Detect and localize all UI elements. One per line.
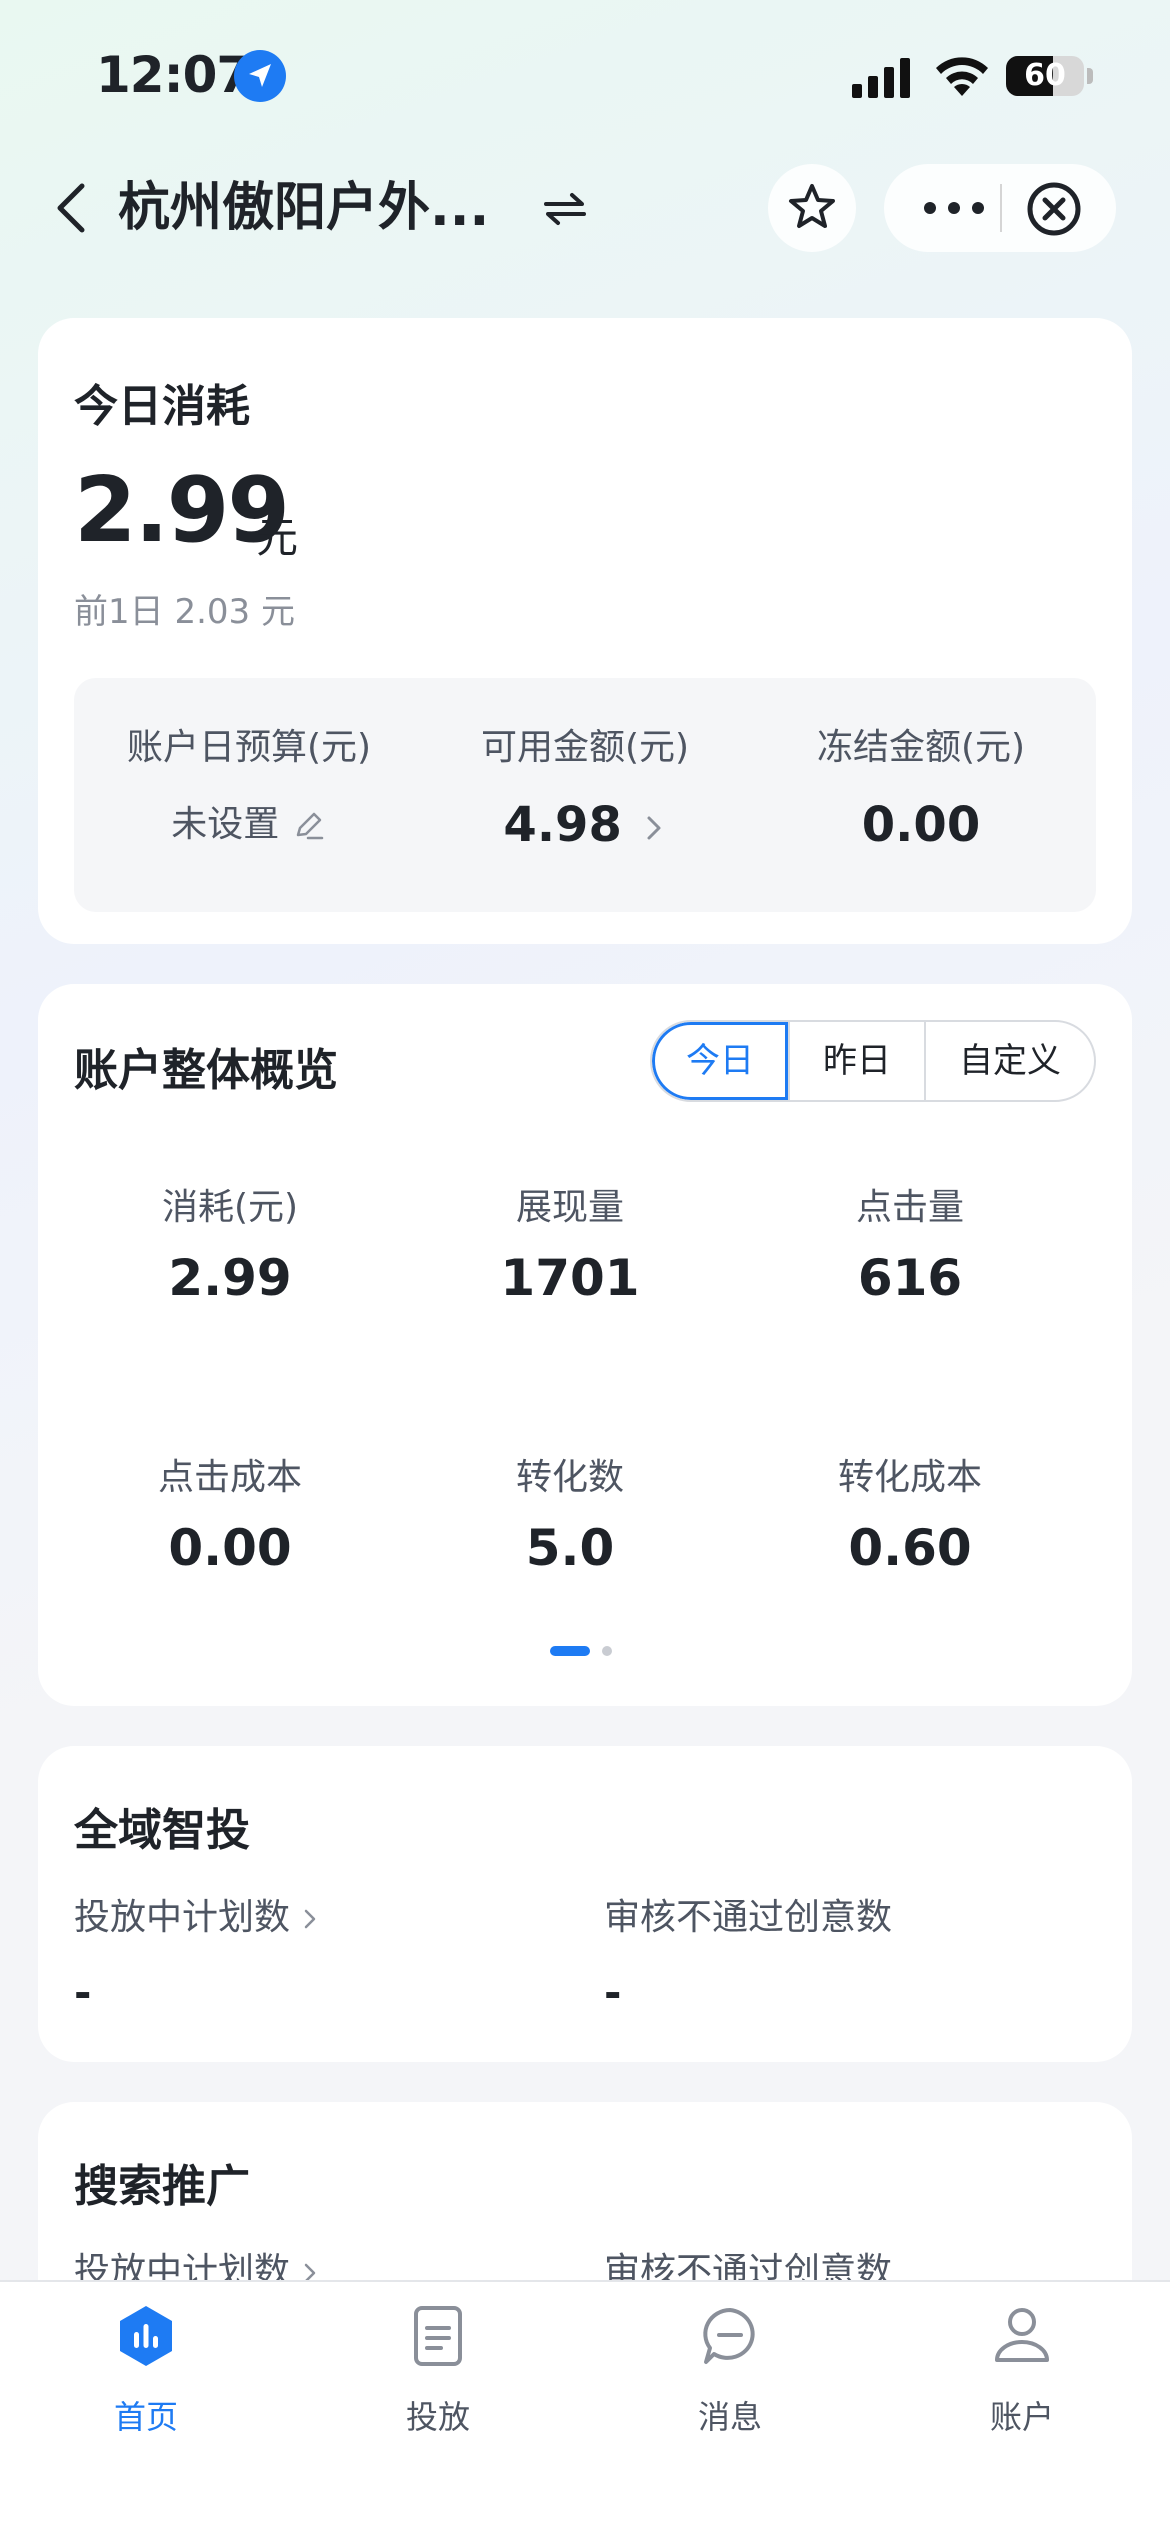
- capsule-divider: [1000, 184, 1002, 232]
- chevron-right-icon: [647, 816, 661, 840]
- battery-nub: [1087, 68, 1093, 84]
- status-bar: 12:07 60: [0, 0, 1170, 150]
- document-icon: [414, 2306, 462, 2366]
- close-circle-icon[interactable]: [1026, 181, 1082, 237]
- tab-delivery-label: 投放: [405, 2398, 470, 2436]
- smart-delivery-title: 全域智投: [74, 1805, 250, 1856]
- bottom-tab-bar: 首页 投放 消息 账户: [0, 2280, 1170, 2532]
- metric-value: 616: [857, 1249, 963, 1307]
- previous-day-consumption: 前1日 2.03 元: [74, 592, 295, 632]
- wifi-icon: [936, 57, 988, 96]
- date-range-segmented: 今日 昨日 自定义: [650, 1020, 1096, 1102]
- more-dots-icon[interactable]: [914, 186, 994, 230]
- tab-custom[interactable]: 自定义: [926, 1022, 1094, 1100]
- favorite-button[interactable]: [768, 164, 856, 252]
- page-indicator: [550, 1646, 630, 1656]
- search-promotion-title: 搜索推广: [74, 2161, 250, 2212]
- metric-label: 展现量: [515, 1187, 624, 1228]
- message-icon: [703, 2308, 755, 2364]
- user-icon: [995, 2308, 1049, 2362]
- active-plans-label: 投放中计划数: [74, 1897, 291, 1938]
- metric-conversions[interactable]: 转化数 5.0: [400, 1454, 740, 1580]
- mini-program-capsule: [884, 164, 1116, 252]
- status-time: 12:07: [96, 46, 251, 104]
- tab-messages[interactable]: 消息: [584, 2282, 876, 2442]
- metric-label: 消耗(元): [161, 1187, 299, 1228]
- metric-cost-per-conversion[interactable]: 转化成本 0.60: [740, 1454, 1080, 1580]
- metric-value: 1701: [500, 1249, 640, 1307]
- edit-pencil-icon[interactable]: [291, 808, 327, 844]
- account-overview-card: 账户整体概览 今日 昨日 自定义 消耗(元) 2.99 展现量 1701 点击量…: [38, 984, 1132, 1706]
- budget-value: 未设置: [171, 804, 280, 845]
- rejected-creatives-label: 审核不通过创意数: [604, 1897, 893, 1938]
- available-value: 4.98: [503, 797, 622, 853]
- metric-label: 转化成本: [837, 1457, 982, 1498]
- active-plans-value: -: [74, 1968, 92, 2017]
- today-consumption-title: 今日消耗: [74, 381, 250, 432]
- tab-delivery[interactable]: 投放: [292, 2282, 584, 2442]
- home-chart-icon: [120, 2306, 172, 2366]
- frozen-metric: 冻结金额(元) 0.00: [756, 724, 1086, 860]
- budget-metric[interactable]: 账户日预算(元) 未设置: [84, 724, 414, 860]
- switch-account-icon[interactable]: [540, 184, 590, 234]
- back-chevron-icon[interactable]: [44, 178, 104, 238]
- active-plans-link[interactable]: 投放中计划数: [74, 1894, 320, 1942]
- frozen-label: 冻结金额(元): [816, 727, 1026, 768]
- tab-account[interactable]: 账户: [876, 2282, 1168, 2442]
- smart-delivery-card: 全域智投 投放中计划数 - 审核不通过创意数 -: [38, 1746, 1132, 2062]
- metric-label: 点击量: [855, 1187, 964, 1228]
- metric-value: 0.60: [848, 1519, 972, 1577]
- metric-cost[interactable]: 消耗(元) 2.99: [60, 1184, 400, 1310]
- available-metric[interactable]: 可用金额(元) 4.98: [420, 724, 750, 860]
- page-dot: [602, 1646, 612, 1656]
- star-icon: [789, 184, 835, 228]
- metric-label: 转化数: [515, 1457, 624, 1498]
- today-consumption-card: 今日消耗 2.99 元 前1日 2.03 元 账户日预算(元) 未设置 可用金额…: [38, 318, 1132, 944]
- location-arrow-icon: [234, 50, 286, 102]
- metric-value: 2.99: [168, 1249, 292, 1307]
- metric-cost-per-click[interactable]: 点击成本 0.00: [60, 1454, 400, 1580]
- account-overview-title: 账户整体概览: [74, 1045, 338, 1096]
- metric-value: 0.00: [168, 1519, 292, 1577]
- nav-bar: 杭州傲阳户外...: [0, 160, 1170, 256]
- page-title: 杭州傲阳户外...: [118, 178, 490, 238]
- page-dot-active: [550, 1646, 590, 1656]
- tab-yesterday[interactable]: 昨日: [790, 1022, 924, 1100]
- battery-indicator: 60: [1006, 56, 1084, 96]
- frozen-value: 0.00: [861, 797, 981, 853]
- tab-today[interactable]: 今日: [652, 1022, 788, 1100]
- tab-account-label: 账户: [989, 2398, 1054, 2436]
- budget-panel: 账户日预算(元) 未设置 可用金额(元) 4.98 冻结金额(元) 0.00: [74, 678, 1096, 912]
- battery-percent: 60: [1024, 58, 1066, 93]
- tab-messages-label: 消息: [697, 2398, 762, 2436]
- tab-home[interactable]: 首页: [0, 2282, 292, 2442]
- budget-label: 账户日预算(元): [126, 727, 372, 768]
- budget-value-row[interactable]: 未设置: [84, 790, 414, 860]
- available-value-row[interactable]: 4.98: [420, 790, 750, 860]
- metric-impressions[interactable]: 展现量 1701: [400, 1184, 740, 1310]
- metric-clicks[interactable]: 点击量 616: [740, 1184, 1080, 1310]
- tab-home-label: 首页: [113, 2398, 178, 2436]
- rejected-creatives-value: -: [604, 1968, 622, 2017]
- chevron-right-icon: [304, 1909, 316, 1929]
- cellular-signal-icon: [852, 58, 910, 98]
- metric-value: 5.0: [525, 1519, 615, 1577]
- today-consumption-unit: 元: [256, 513, 299, 562]
- available-label: 可用金额(元): [480, 727, 690, 768]
- metric-label: 点击成本: [157, 1457, 302, 1498]
